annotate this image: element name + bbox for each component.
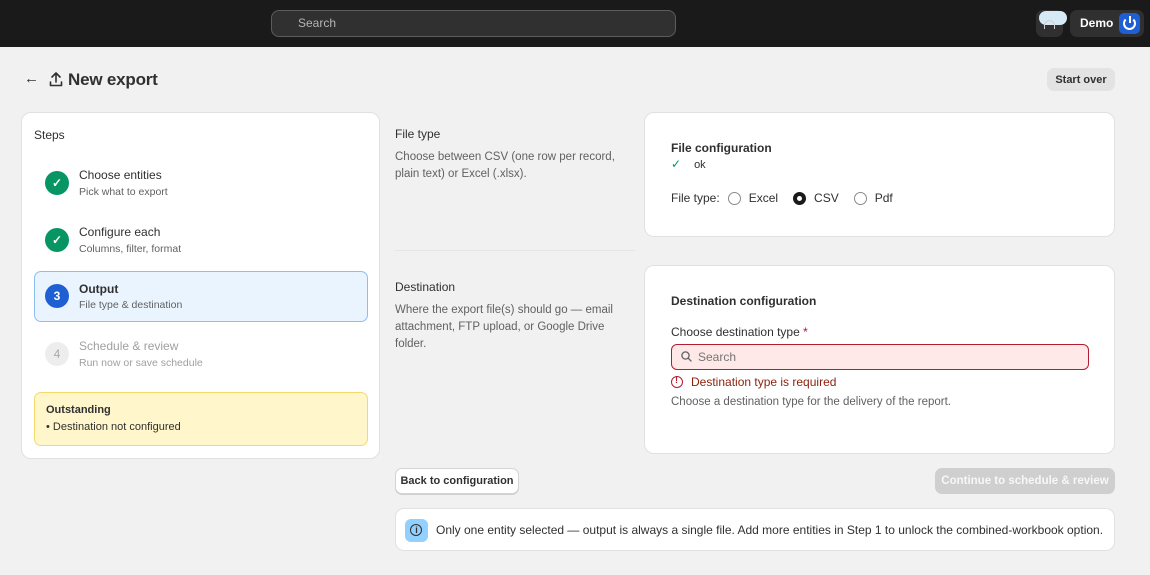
step-label: Output — [79, 282, 119, 296]
alert-circle-icon — [671, 375, 683, 388]
step-label: Schedule & review — [79, 339, 179, 353]
file-configuration-title: File configuration — [671, 141, 772, 155]
search-icon — [681, 351, 692, 362]
info-text: Only one entity selected — output is alw… — [436, 523, 1104, 537]
steps-card: Steps ✓ Choose entities Pick what to exp… — [21, 112, 380, 459]
step-subtitle: Columns, filter, format — [79, 243, 182, 255]
start-over-button[interactable]: Start over — [1047, 68, 1115, 91]
bell-icon — [1044, 20, 1055, 29]
file-configuration-card: File configuration ✓ ok File type: Excel … — [644, 112, 1115, 237]
steps-title: Steps — [34, 128, 65, 142]
step-configure-each[interactable]: ✓ Configure each Columns, filter, format — [34, 215, 368, 266]
radio-csv[interactable] — [793, 191, 807, 205]
step-subtitle: Run now or save schedule — [79, 357, 203, 369]
info-icon — [405, 519, 428, 542]
destination-type-label-text: Choose destination type — [671, 325, 800, 339]
help-text: Choose a destination type for the delive… — [671, 396, 951, 408]
step-label: Configure each — [79, 225, 161, 239]
status-text: ok — [694, 159, 706, 171]
destination-section-title: Destination — [395, 280, 456, 294]
radio-pdf-label[interactable]: Pdf — [875, 191, 893, 205]
checkmark-icon: ✓ — [45, 228, 69, 252]
radio-excel[interactable] — [727, 191, 741, 205]
destination-type-label: Choose destination type * — [671, 325, 808, 339]
user-menu-button[interactable]: Demo — [1070, 10, 1144, 37]
info-banner: Only one entity selected — output is alw… — [395, 508, 1115, 551]
step-number: 3 — [45, 284, 69, 308]
user-name: Demo — [1080, 16, 1114, 30]
file-type-label: File type: — [671, 191, 720, 205]
checkmark-icon: ✓ — [45, 171, 69, 195]
outstanding-title: Outstanding — [46, 404, 111, 416]
top-bar: Search Demo — [0, 0, 1150, 47]
step-number: 4 — [45, 342, 69, 366]
step-output[interactable]: 3 Output File type & destination — [34, 271, 368, 322]
file-type-section-description: Choose between CSV (one row per record, … — [395, 151, 615, 180]
step-schedule-review[interactable]: 4 Schedule & review Run now or save sche… — [34, 329, 368, 380]
step-subtitle: File type & destination — [79, 299, 183, 311]
checkmark-icon: ✓ — [671, 157, 682, 171]
destination-section-description: Where the export file(s) should go — ema… — [395, 304, 613, 350]
back-arrow-icon[interactable]: ← — [24, 71, 40, 87]
step-label: Choose entities — [79, 168, 162, 182]
radio-csv-label[interactable]: CSV — [814, 191, 839, 205]
radio-excel-label[interactable]: Excel — [749, 191, 778, 205]
notifications-button[interactable] — [1036, 10, 1067, 37]
destination-type-input[interactable] — [671, 344, 1089, 370]
export-icon — [49, 72, 63, 87]
error-text: Destination type is required — [691, 375, 837, 389]
file-type-radio-group: File type: Excel CSV Pdf — [671, 191, 908, 205]
page-title: New export — [68, 70, 158, 89]
destination-configuration-card: Destination configuration Choose destina… — [644, 265, 1115, 454]
error-message: Destination type is required — [671, 375, 836, 389]
step-choose-entities[interactable]: ✓ Choose entities Pick what to export — [34, 158, 368, 209]
outstanding-item: • Destination not configured — [46, 421, 181, 433]
file-type-section-title: File type — [395, 127, 441, 141]
status-row: ✓ ok — [671, 157, 706, 171]
search-placeholder: Search — [298, 16, 337, 30]
global-search[interactable]: Search — [271, 10, 676, 37]
radio-pdf[interactable] — [853, 191, 867, 205]
outstanding-banner: Outstanding • Destination not configured — [34, 392, 368, 446]
back-to-configuration-button[interactable]: Back to configuration — [395, 468, 519, 494]
required-marker: * — [803, 325, 808, 339]
destination-configuration-title: Destination configuration — [671, 294, 817, 308]
continue-button[interactable]: Continue to schedule & review — [935, 468, 1115, 494]
section-divider — [395, 250, 635, 251]
step-subtitle: Pick what to export — [79, 186, 168, 198]
power-icon — [1119, 13, 1140, 34]
